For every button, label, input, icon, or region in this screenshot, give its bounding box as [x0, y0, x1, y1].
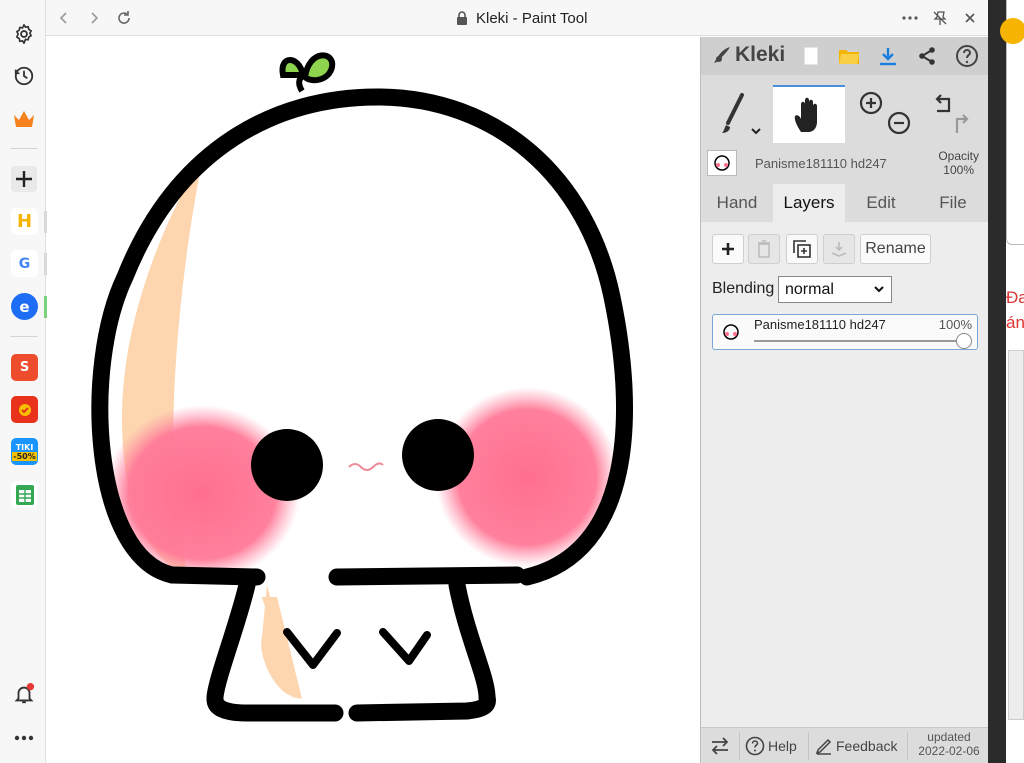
- plus-icon[interactable]: [11, 166, 37, 192]
- swap-icon: [711, 737, 729, 755]
- background-window-frame: [1008, 350, 1024, 720]
- app-sheets[interactable]: [11, 481, 38, 508]
- version-info: updated 2022-02-06: [913, 730, 985, 758]
- more-options-icon[interactable]: [900, 8, 920, 28]
- kleki-panel: Kleki Panisme181110 hd247 Opacity 100% H…: [700, 37, 989, 763]
- character-drawing: [91, 52, 634, 722]
- window-titlebar: Kleki - Paint Tool: [46, 0, 992, 36]
- tool-row: [701, 85, 989, 143]
- panel-footer: Help Feedback updated 2022-02-06: [701, 727, 989, 763]
- tab-file[interactable]: File: [917, 184, 989, 222]
- trash-icon: [758, 240, 770, 258]
- layers-panel: Rename Blending normal Panisme181110 hd2…: [701, 222, 989, 727]
- layer-thumbnail: [717, 319, 745, 345]
- undo-redo-icon: [935, 94, 969, 133]
- opacity-readout: Opacity 100%: [938, 149, 979, 177]
- kleki-logo-text: Kleki: [735, 43, 786, 66]
- app-messenger[interactable]: e: [11, 293, 38, 320]
- kleki-logo[interactable]: Kleki: [711, 43, 785, 67]
- gear-icon[interactable]: [11, 21, 37, 47]
- layer-name: Panisme181110 hd247: [754, 317, 886, 332]
- hand-tool[interactable]: [773, 85, 845, 143]
- app-shopee[interactable]: S: [11, 354, 38, 381]
- open-folder-icon[interactable]: [835, 43, 863, 69]
- updated-label: updated: [927, 730, 971, 744]
- download-icon[interactable]: [874, 43, 902, 69]
- opacity-value: 100%: [943, 163, 974, 177]
- bell-icon[interactable]: [11, 681, 37, 707]
- lock-icon: [456, 11, 468, 30]
- current-layer-info: Panisme181110 hd247 Opacity 100%: [701, 145, 989, 183]
- background-text-line-1: Đa: [1006, 288, 1024, 307]
- layer-opacity-slider-handle[interactable]: [956, 333, 972, 349]
- blending-label: Blending: [712, 280, 775, 297]
- layer-list-item[interactable]: Panisme181110 hd247 100%: [712, 314, 978, 350]
- crown-icon[interactable]: [11, 106, 37, 132]
- help-icon[interactable]: [953, 43, 981, 69]
- footer-divider: [808, 732, 809, 760]
- tab-edit[interactable]: Edit: [845, 184, 917, 222]
- brush-tool[interactable]: [701, 85, 773, 143]
- forward-icon[interactable]: [84, 8, 104, 28]
- layer-opacity: 100%: [938, 317, 972, 332]
- app-tiki[interactable]: TIKI -50%: [11, 438, 38, 465]
- add-layer-button[interactable]: [712, 234, 744, 264]
- blending-value: normal: [785, 280, 834, 298]
- plus-icon: [722, 243, 734, 255]
- sidebar-separator: [10, 336, 38, 337]
- more-icon[interactable]: [11, 725, 37, 751]
- background-window-avatar: [1000, 18, 1024, 44]
- app-lazada[interactable]: [11, 396, 38, 423]
- updated-date: 2022-02-06: [918, 744, 980, 758]
- panel-toolbar: Kleki: [701, 37, 989, 75]
- chevron-down-icon: [874, 286, 884, 293]
- current-layer-name: Panisme181110 hd247: [755, 156, 887, 171]
- share-icon[interactable]: [913, 43, 941, 69]
- footer-divider: [907, 732, 908, 760]
- feedback-label: Feedback: [836, 738, 898, 754]
- help-label: Help: [768, 738, 797, 754]
- opacity-label: Opacity: [938, 149, 979, 163]
- brush-icon: [722, 93, 761, 135]
- layer-opacity-slider[interactable]: [754, 340, 966, 342]
- screen: H G e S TIKI -50% Kleki - Paint Tool Kle…: [0, 0, 1024, 763]
- panel-tabs: Hand Layers Edit File: [701, 184, 989, 222]
- app-google[interactable]: G: [11, 250, 38, 277]
- duplicate-layer-button[interactable]: [786, 234, 818, 264]
- zoom-tool[interactable]: [845, 85, 917, 143]
- help-button[interactable]: Help: [745, 728, 797, 763]
- browser-sidebar: H G e S TIKI -50%: [0, 0, 47, 763]
- undo-redo-tool[interactable]: [917, 85, 989, 143]
- swap-sides-button[interactable]: [710, 728, 730, 763]
- drawing-canvas[interactable]: [47, 37, 700, 757]
- merge-layer-button[interactable]: [823, 234, 855, 264]
- merge-icon: [831, 242, 847, 257]
- sidebar-separator: [10, 148, 38, 149]
- reload-icon[interactable]: [114, 8, 134, 28]
- tab-hand[interactable]: Hand: [701, 184, 773, 222]
- close-icon[interactable]: [960, 8, 980, 28]
- back-icon[interactable]: [54, 8, 74, 28]
- tab-layers[interactable]: Layers: [773, 184, 845, 222]
- layer-thumbnail: [707, 150, 737, 176]
- help-circle-icon: [745, 736, 765, 756]
- feedback-icon: [815, 738, 832, 755]
- kleki-logo-icon: [714, 47, 730, 63]
- footer-divider: [739, 732, 740, 760]
- hand-icon: [794, 97, 817, 132]
- duplicate-icon: [793, 240, 811, 258]
- zoom-icon: [859, 91, 911, 135]
- delete-layer-button[interactable]: [748, 234, 780, 264]
- window-title: Kleki - Paint Tool: [476, 10, 588, 27]
- background-text-line-2: án: [1006, 313, 1024, 332]
- history-icon[interactable]: [11, 63, 37, 89]
- background-window: [988, 0, 1024, 763]
- app-h[interactable]: H: [11, 208, 38, 235]
- new-file-icon[interactable]: [797, 43, 825, 69]
- rename-layer-button[interactable]: Rename: [860, 234, 931, 264]
- unpin-icon[interactable]: [930, 8, 950, 28]
- blending-select[interactable]: normal: [778, 276, 892, 303]
- feedback-button[interactable]: Feedback: [815, 728, 897, 763]
